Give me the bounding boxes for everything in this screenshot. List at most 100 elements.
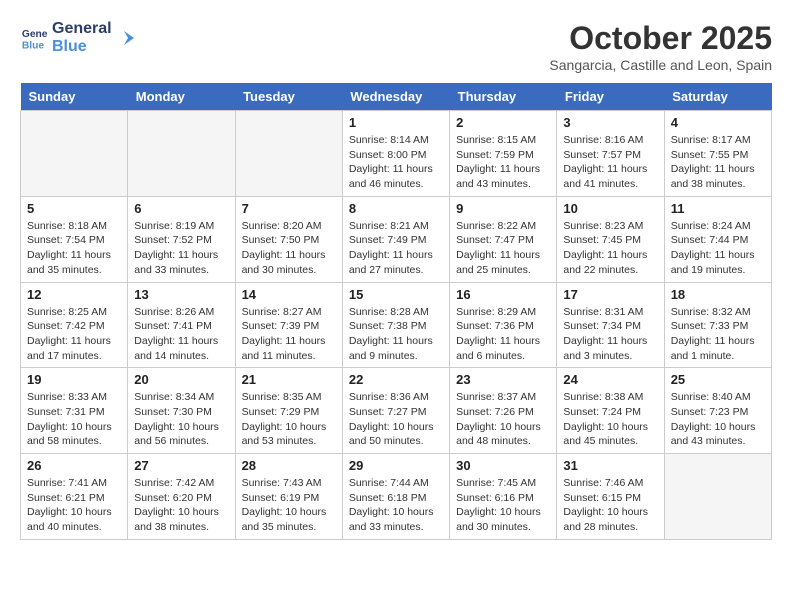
calendar-cell: 12 Sunrise: 8:25 AMSunset: 7:42 PMDayligh…	[21, 282, 128, 368]
logo-icon: General Blue	[20, 24, 48, 52]
day-number: 24	[563, 372, 657, 387]
month-year-title: October 2025	[549, 20, 772, 57]
location-subtitle: Sangarcia, Castille and Leon, Spain	[549, 57, 772, 73]
weekday-header-saturday: Saturday	[664, 83, 771, 111]
day-number: 26	[27, 458, 121, 473]
calendar-cell: 19Sunrise: 8:33 AMSunset: 7:31 PMDayligh…	[21, 368, 128, 454]
calendar-cell: 17 Sunrise: 8:31 AMSunset: 7:34 PMDayligh…	[557, 282, 664, 368]
day-info: Sunrise: 8:34 AMSunset: 7:30 PMDaylight:…	[134, 390, 228, 449]
calendar-cell	[21, 111, 128, 197]
logo-general: General	[52, 20, 112, 38]
calendar-cell: 21 Sunrise: 8:35 AMSunset: 7:29 PMDayligh…	[235, 368, 342, 454]
day-info: Sunrise: 8:27 AMSunset: 7:39 PMDaylight:…	[242, 305, 336, 364]
day-info: Sunrise: 8:20 AMSunset: 7:50 PMDaylight:…	[242, 219, 336, 278]
calendar-cell: 28Sunrise: 7:43 AMSunset: 6:19 PMDayligh…	[235, 454, 342, 540]
day-number: 27	[134, 458, 228, 473]
day-number: 31	[563, 458, 657, 473]
weekday-header-friday: Friday	[557, 83, 664, 111]
calendar-cell	[664, 454, 771, 540]
day-info: Sunrise: 8:15 AMSunset: 7:59 PMDaylight:…	[456, 133, 550, 192]
day-number: 11	[671, 201, 765, 216]
calendar-table: SundayMondayTuesdayWednesdayThursdayFrid…	[20, 83, 772, 540]
day-info: Sunrise: 8:36 AMSunset: 7:27 PMDaylight:…	[349, 390, 443, 449]
day-info: Sunrise: 8:14 AMSunset: 8:00 PMDaylight:…	[349, 133, 443, 192]
calendar-cell: 3 Sunrise: 8:16 AMSunset: 7:57 PMDaylight…	[557, 111, 664, 197]
day-info: Sunrise: 8:25 AMSunset: 7:42 PMDaylight:…	[27, 305, 121, 364]
calendar-week-5: 26 Sunrise: 7:41 AMSunset: 6:21 PMDayligh…	[21, 454, 772, 540]
day-info: Sunrise: 8:40 AMSunset: 7:23 PMDaylight:…	[671, 390, 765, 449]
calendar-cell: 6Sunrise: 8:19 AMSunset: 7:52 PMDaylight…	[128, 196, 235, 282]
day-info: Sunrise: 7:44 AMSunset: 6:18 PMDaylight:…	[349, 476, 443, 535]
calendar-cell	[128, 111, 235, 197]
calendar-cell: 16Sunrise: 8:29 AMSunset: 7:36 PMDayligh…	[450, 282, 557, 368]
calendar-cell: 7 Sunrise: 8:20 AMSunset: 7:50 PMDaylight…	[235, 196, 342, 282]
day-info: Sunrise: 8:35 AMSunset: 7:29 PMDaylight:…	[242, 390, 336, 449]
calendar-body: 1 Sunrise: 8:14 AMSunset: 8:00 PMDaylight…	[21, 111, 772, 540]
calendar-cell: 30 Sunrise: 7:45 AMSunset: 6:16 PMDayligh…	[450, 454, 557, 540]
day-number: 2	[456, 115, 550, 130]
calendar-cell: 4Sunrise: 8:17 AMSunset: 7:55 PMDaylight…	[664, 111, 771, 197]
day-number: 29	[349, 458, 443, 473]
calendar-cell: 1 Sunrise: 8:14 AMSunset: 8:00 PMDaylight…	[342, 111, 449, 197]
day-info: Sunrise: 7:41 AMSunset: 6:21 PMDaylight:…	[27, 476, 121, 535]
day-info: Sunrise: 8:32 AMSunset: 7:33 PMDaylight:…	[671, 305, 765, 364]
day-info: Sunrise: 7:43 AMSunset: 6:19 PMDaylight:…	[242, 476, 336, 535]
calendar-cell: 11 Sunrise: 8:24 AMSunset: 7:44 PMDayligh…	[664, 196, 771, 282]
calendar-cell: 31 Sunrise: 7:46 AMSunset: 6:15 PMDayligh…	[557, 454, 664, 540]
day-number: 13	[134, 287, 228, 302]
day-number: 30	[456, 458, 550, 473]
calendar-week-4: 19Sunrise: 8:33 AMSunset: 7:31 PMDayligh…	[21, 368, 772, 454]
logo-arrow-icon	[116, 27, 138, 49]
page-header: General Blue General Blue October 2025 S…	[20, 20, 772, 73]
calendar-cell: 20 Sunrise: 8:34 AMSunset: 7:30 PMDayligh…	[128, 368, 235, 454]
day-number: 3	[563, 115, 657, 130]
calendar-cell: 14 Sunrise: 8:27 AMSunset: 7:39 PMDayligh…	[235, 282, 342, 368]
day-number: 25	[671, 372, 765, 387]
day-info: Sunrise: 7:45 AMSunset: 6:16 PMDaylight:…	[456, 476, 550, 535]
calendar-week-3: 12 Sunrise: 8:25 AMSunset: 7:42 PMDayligh…	[21, 282, 772, 368]
calendar-cell: 23Sunrise: 8:37 AMSunset: 7:26 PMDayligh…	[450, 368, 557, 454]
day-info: Sunrise: 7:46 AMSunset: 6:15 PMDaylight:…	[563, 476, 657, 535]
calendar-week-1: 1 Sunrise: 8:14 AMSunset: 8:00 PMDaylight…	[21, 111, 772, 197]
calendar-week-2: 5 Sunrise: 8:18 AMSunset: 7:54 PMDaylight…	[21, 196, 772, 282]
svg-text:General: General	[22, 29, 48, 40]
calendar-cell: 2 Sunrise: 8:15 AMSunset: 7:59 PMDaylight…	[450, 111, 557, 197]
calendar-cell: 27 Sunrise: 7:42 AMSunset: 6:20 PMDayligh…	[128, 454, 235, 540]
day-info: Sunrise: 8:16 AMSunset: 7:57 PMDaylight:…	[563, 133, 657, 192]
day-number: 18	[671, 287, 765, 302]
day-number: 20	[134, 372, 228, 387]
day-info: Sunrise: 8:23 AMSunset: 7:45 PMDaylight:…	[563, 219, 657, 278]
day-number: 12	[27, 287, 121, 302]
day-number: 5	[27, 201, 121, 216]
day-info: Sunrise: 8:38 AMSunset: 7:24 PMDaylight:…	[563, 390, 657, 449]
calendar-cell	[235, 111, 342, 197]
day-number: 8	[349, 201, 443, 216]
weekday-header-row: SundayMondayTuesdayWednesdayThursdayFrid…	[21, 83, 772, 111]
calendar-cell: 29 Sunrise: 7:44 AMSunset: 6:18 PMDayligh…	[342, 454, 449, 540]
day-number: 4	[671, 115, 765, 130]
calendar-cell: 22Sunrise: 8:36 AMSunset: 7:27 PMDayligh…	[342, 368, 449, 454]
calendar-cell: 25 Sunrise: 8:40 AMSunset: 7:23 PMDayligh…	[664, 368, 771, 454]
calendar-cell: 18 Sunrise: 8:32 AMSunset: 7:33 PMDayligh…	[664, 282, 771, 368]
day-number: 9	[456, 201, 550, 216]
day-number: 19	[27, 372, 121, 387]
day-info: Sunrise: 8:31 AMSunset: 7:34 PMDaylight:…	[563, 305, 657, 364]
day-number: 7	[242, 201, 336, 216]
svg-text:Blue: Blue	[22, 41, 45, 52]
day-number: 14	[242, 287, 336, 302]
day-info: Sunrise: 8:18 AMSunset: 7:54 PMDaylight:…	[27, 219, 121, 278]
logo-blue: Blue	[52, 38, 112, 56]
day-info: Sunrise: 8:24 AMSunset: 7:44 PMDaylight:…	[671, 219, 765, 278]
weekday-header-thursday: Thursday	[450, 83, 557, 111]
calendar-cell: 24 Sunrise: 8:38 AMSunset: 7:24 PMDayligh…	[557, 368, 664, 454]
day-number: 6	[134, 201, 228, 216]
day-number: 17	[563, 287, 657, 302]
day-info: Sunrise: 7:42 AMSunset: 6:20 PMDaylight:…	[134, 476, 228, 535]
day-number: 1	[349, 115, 443, 130]
weekday-header-tuesday: Tuesday	[235, 83, 342, 111]
title-section: October 2025 Sangarcia, Castille and Leo…	[549, 20, 772, 73]
day-info: Sunrise: 8:22 AMSunset: 7:47 PMDaylight:…	[456, 219, 550, 278]
day-number: 21	[242, 372, 336, 387]
day-info: Sunrise: 8:29 AMSunset: 7:36 PMDaylight:…	[456, 305, 550, 364]
day-info: Sunrise: 8:26 AMSunset: 7:41 PMDaylight:…	[134, 305, 228, 364]
